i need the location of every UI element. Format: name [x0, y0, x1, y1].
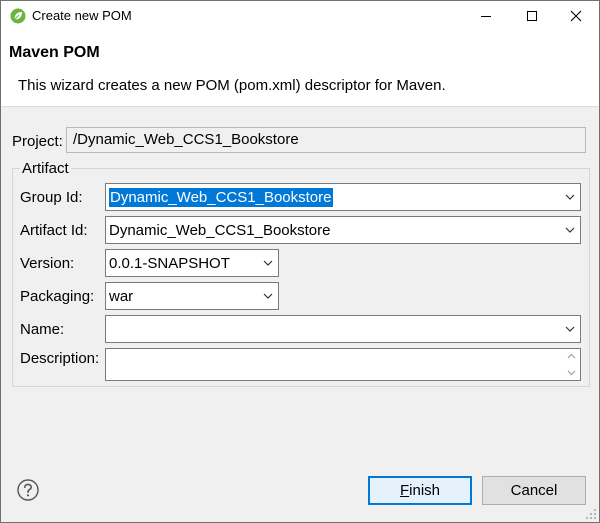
version-combo[interactable]: 0.0.1-SNAPSHOT — [105, 249, 279, 277]
group-id-combo[interactable]: Dynamic_Web_CCS1_Bookstore — [105, 183, 581, 211]
maximize-icon — [527, 11, 537, 21]
scroll-up-icon[interactable] — [567, 353, 576, 359]
artifact-id-value: Dynamic_Web_CCS1_Bookstore — [109, 222, 331, 239]
page-description: This wizard creates a new POM (pom.xml) … — [18, 77, 446, 94]
group-id-value: Dynamic_Web_CCS1_Bookstore — [109, 188, 333, 207]
scroll-down-icon[interactable] — [567, 370, 576, 376]
close-button[interactable] — [553, 1, 599, 31]
version-value: 0.0.1-SNAPSHOT — [109, 255, 230, 272]
chevron-down-icon[interactable] — [565, 194, 575, 200]
window-title: Create new POM — [32, 8, 132, 23]
version-label: Version: — [20, 255, 75, 272]
packaging-combo[interactable]: war — [105, 282, 279, 310]
resize-grip-icon[interactable] — [586, 509, 596, 519]
description-textarea[interactable] — [105, 348, 581, 381]
description-label: Description: — [20, 350, 100, 367]
minimize-icon — [481, 16, 491, 17]
artifact-id-combo[interactable]: Dynamic_Web_CCS1_Bookstore — [105, 216, 581, 244]
name-label: Name: — [20, 321, 65, 338]
finish-focus-ring — [369, 477, 471, 504]
project-label: Project: — [12, 133, 63, 150]
name-combo[interactable] — [105, 315, 581, 343]
page-title: Maven POM — [9, 44, 100, 61]
chevron-down-icon[interactable] — [565, 326, 575, 332]
finish-button[interactable]: Finish — [368, 476, 472, 505]
create-pom-dialog: Create new POM Maven POM This wizard cre… — [0, 0, 600, 523]
maximize-button[interactable] — [509, 1, 555, 31]
artifact-id-label: Artifact Id: — [20, 222, 88, 239]
group-id-label: Group Id: — [20, 189, 83, 206]
help-icon — [17, 479, 39, 501]
cancel-button[interactable]: Cancel — [482, 476, 586, 505]
chevron-down-icon[interactable] — [263, 293, 273, 299]
description-scrollbar[interactable] — [563, 349, 580, 380]
artifact-group-legend: Artifact — [20, 160, 71, 177]
wizard-banner: Maven POM This wizard creates a new POM … — [1, 31, 599, 107]
packaging-label: Packaging: — [20, 288, 95, 305]
chevron-down-icon[interactable] — [263, 260, 273, 266]
chevron-down-icon[interactable] — [565, 227, 575, 233]
title-bar: Create new POM — [1, 1, 599, 31]
minimize-button[interactable] — [463, 1, 509, 31]
help-button[interactable] — [16, 478, 40, 502]
project-field: /Dynamic_Web_CCS1_Bookstore — [66, 127, 586, 153]
spring-leaf-icon — [10, 8, 26, 24]
packaging-value: war — [109, 288, 134, 305]
close-icon — [570, 10, 582, 22]
